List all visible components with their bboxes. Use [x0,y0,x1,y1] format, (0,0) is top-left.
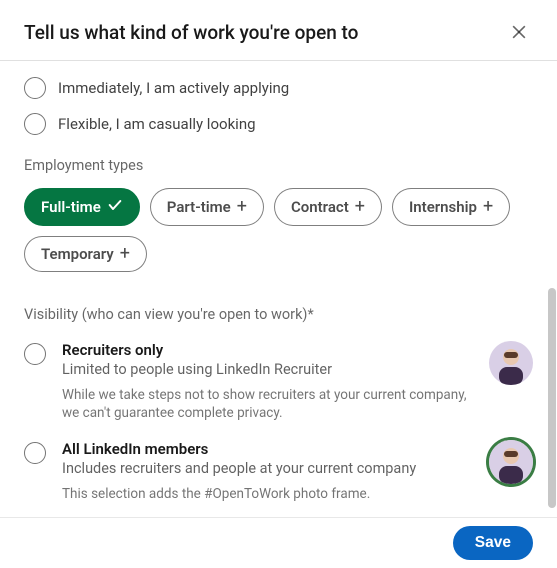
radio-icon [24,442,46,464]
close-button[interactable] [505,18,533,46]
chip-label: Temporary [41,245,114,263]
modal-footer: Save [0,517,557,568]
start-option-immediately[interactable]: Immediately, I am actively applying [24,77,533,99]
visibility-label: Visibility (who can view you're open to … [24,306,533,323]
chip-contract[interactable]: Contract + [274,188,382,226]
chip-label: Contract [291,198,349,216]
avatar-icon [489,341,533,385]
visibility-text: All LinkedIn members Includes recruiters… [62,440,473,503]
radio-label: Flexible, I am casually looking [58,115,256,133]
scroll-track[interactable] [547,58,557,522]
visibility-note: This selection adds the #OpenToWork phot… [62,485,473,503]
radio-label: Immediately, I am actively applying [58,79,289,97]
start-option-flexible[interactable]: Flexible, I am casually looking [24,113,533,135]
plus-icon: + [483,198,493,216]
chip-temporary[interactable]: Temporary + [24,236,147,272]
check-icon [107,197,123,217]
chip-label: Internship [409,198,477,216]
visibility-note: While we take steps not to show recruite… [62,386,473,422]
visibility-option-recruiters-only[interactable]: Recruiters only Limited to people using … [24,341,533,422]
scroll-thumb[interactable] [548,288,556,508]
avatar-open-to-work [489,440,533,484]
plus-icon: + [237,198,247,216]
visibility-subtitle: Limited to people using LinkedIn Recruit… [62,361,473,378]
open-to-work-modal: Tell us what kind of work you're open to… [0,0,557,568]
radio-icon [24,113,46,135]
chip-full-time[interactable]: Full-time [24,188,140,226]
chip-label: Full-time [41,198,101,216]
modal-body: Immediately, I am actively applying Flex… [0,61,557,517]
radio-icon [24,343,46,365]
avatar [489,341,533,385]
employment-types-chips: Full-time Part-time + Contract + Interns… [24,188,533,272]
save-button[interactable]: Save [453,526,533,560]
visibility-subtitle: Includes recruiters and people at your c… [62,460,473,477]
visibility-title: Recruiters only [62,341,473,359]
avatar-icon [489,440,533,484]
chip-part-time[interactable]: Part-time + [150,188,264,226]
plus-icon: + [355,198,365,216]
radio-icon [24,77,46,99]
modal-header: Tell us what kind of work you're open to [0,0,557,61]
plus-icon: + [120,245,130,263]
visibility-title: All LinkedIn members [62,440,473,458]
modal-title: Tell us what kind of work you're open to [24,21,358,44]
visibility-option-all-members[interactable]: All LinkedIn members Includes recruiters… [24,440,533,503]
close-icon [509,22,529,42]
employment-types-label: Employment types [24,157,533,174]
visibility-text: Recruiters only Limited to people using … [62,341,473,422]
chip-internship[interactable]: Internship + [392,188,510,226]
chip-label: Part-time [167,198,231,216]
